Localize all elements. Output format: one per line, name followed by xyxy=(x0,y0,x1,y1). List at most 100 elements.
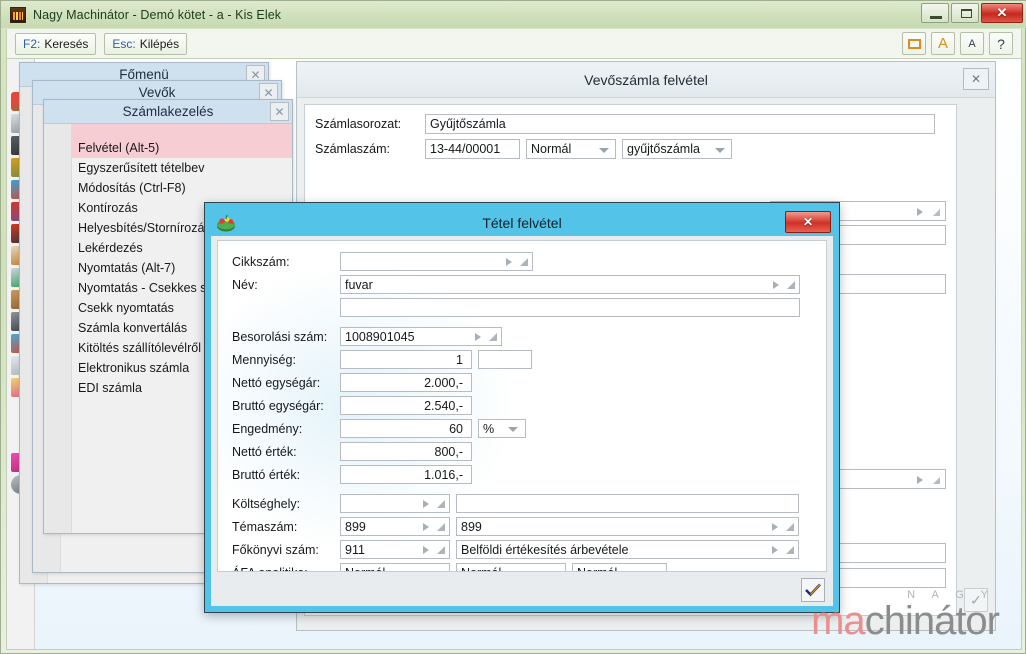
form-row-afa-analitika: ÁFA analitika: Normál Normál Normál xyxy=(232,562,826,572)
bg-label-szamlasorozat: Számlasorozat: xyxy=(315,117,402,131)
bg-row-szamlaszam: Számlaszám: 13-44/00001 Normál gyűjtőszá… xyxy=(315,138,946,160)
label-netto-ertek: Nettó érték: xyxy=(232,444,297,459)
lookup-arrow-icon[interactable] xyxy=(423,500,429,508)
chevron-down-icon[interactable] xyxy=(508,427,518,432)
font-small-icon[interactable]: A xyxy=(960,32,984,55)
menu-highlight-bar-2 xyxy=(44,124,292,138)
help-icon[interactable]: ? xyxy=(989,32,1013,55)
logo-part-1: ma xyxy=(811,599,866,643)
lookup-arrow-icon[interactable] xyxy=(772,546,778,554)
form-row-brutto-ertek: Bruttó érték: 1.016,- xyxy=(232,464,826,485)
menu-item-egyszerusitett-tetelbev[interactable]: Egyszerűsített tételbev xyxy=(44,158,292,178)
form-row-nev: Név: fuvar xyxy=(232,274,826,295)
combo-engedmeny-unit[interactable]: % xyxy=(478,419,526,438)
window-controls: ✕ xyxy=(921,3,1023,23)
lookup-arrow-icon[interactable] xyxy=(772,523,778,531)
brand-logo: N A G Y machinátor xyxy=(811,589,1000,643)
menu-header-szamlakezeles: Számlakezelés ✕ xyxy=(44,100,292,124)
title-bar: Nagy Machinátor - Demó kötet - a - Kis E… xyxy=(1,1,1026,28)
input-besorolasi-szam[interactable]: 1008901045 xyxy=(340,327,502,346)
input-fokonyvi-szam-desc[interactable]: Belföldi értékesítés árbevétele xyxy=(456,540,799,559)
dialog-form: Cikkszám: Név: fuvar Besorolási szám: 10… xyxy=(218,241,826,572)
bg-combo-normal[interactable]: Normál xyxy=(526,139,616,159)
close-button[interactable]: ✕ xyxy=(981,3,1023,23)
input-mennyiseg[interactable]: 1 xyxy=(340,350,472,369)
label-cikkszam: Cikkszám: xyxy=(232,254,290,269)
input-mennyiseg-unit[interactable] xyxy=(478,350,532,369)
toolbar-button-search[interactable]: F2: Keresés xyxy=(15,32,97,55)
minimize-button[interactable] xyxy=(921,3,949,23)
resize-corner-icon[interactable] xyxy=(437,523,445,531)
menu-item-felvetel[interactable]: Felvétel (Alt-5) xyxy=(44,138,292,158)
input-netto-egysegar[interactable]: 2.000,- xyxy=(340,373,472,392)
toolbar-label-search: Keresés xyxy=(44,36,89,51)
lookup-arrow-icon[interactable] xyxy=(475,333,481,341)
application-window: Nagy Machinátor - Demó kötet - a - Kis E… xyxy=(0,0,1026,654)
menu-close-szamlakezeles[interactable]: ✕ xyxy=(270,102,289,121)
toolbar-button-exit[interactable]: Esc: Kilépés xyxy=(104,32,188,55)
maximize-button[interactable] xyxy=(951,3,979,23)
form-row-temaszam: Témaszám: 899 899 xyxy=(232,516,826,537)
label-engedmeny: Engedmény: xyxy=(232,421,303,436)
resize-corner-icon[interactable] xyxy=(437,546,445,554)
toolbar-label-exit: Kilépés xyxy=(139,36,180,51)
close-icon: ✕ xyxy=(970,72,982,86)
bg-combo-gyujtoszamla[interactable]: gyűjtőszámla xyxy=(622,139,732,159)
resize-corner-icon[interactable] xyxy=(489,333,497,341)
label-afa-analitika: ÁFA analitika: xyxy=(232,566,340,572)
dialog-title: Tétel felvétel xyxy=(482,214,562,231)
form-row-fokonyvi-szam: Főkönyvi szám: 911 Belföldi értékesítés … xyxy=(232,539,826,560)
resize-corner-icon[interactable] xyxy=(437,500,445,508)
dialog-close-button[interactable]: ✕ xyxy=(785,211,831,233)
chevron-down-icon[interactable] xyxy=(432,571,442,572)
resize-corner-icon[interactable] xyxy=(787,281,795,289)
form-row-netto-ertek: Nettó érték: 800,- xyxy=(232,441,826,462)
label-nev: Név: xyxy=(232,277,258,292)
resize-corner-icon[interactable] xyxy=(520,258,528,266)
form-row-koltseghely: Költséghely: xyxy=(232,493,826,514)
input-koltseghely-desc[interactable] xyxy=(456,494,799,513)
lookup-arrow-icon[interactable] xyxy=(773,281,779,289)
form-row-engedmeny: Engedmény: 60 % xyxy=(232,418,826,439)
toolbar: F2: Keresés Esc: Kilépés A A ? xyxy=(6,29,1022,59)
close-icon: ✕ xyxy=(996,5,1008,20)
resize-corner-icon[interactable] xyxy=(786,546,794,554)
menu-title-vevok: Vevők xyxy=(138,85,176,100)
input-nev[interactable]: fuvar xyxy=(340,275,800,294)
input-koltseghely[interactable] xyxy=(340,494,450,513)
bg-input-szamlasorozat[interactable]: Gyűjtőszámla xyxy=(425,114,935,134)
logo-main-text: machinátor xyxy=(811,599,1000,643)
input-temaszam[interactable]: 899 xyxy=(340,517,450,536)
input-netto-ertek[interactable]: 800,- xyxy=(340,442,472,461)
label-fokonyvi-szam: Főkönyvi szám: xyxy=(232,542,319,557)
input-brutto-ertek[interactable]: 1.016,- xyxy=(340,465,472,484)
combo-afa-analitika-3[interactable]: Normál xyxy=(572,563,667,572)
font-large-icon[interactable]: A xyxy=(931,32,955,55)
dialog-ok-button[interactable] xyxy=(801,578,825,602)
combo-afa-analitika-2[interactable]: Normál xyxy=(456,563,566,572)
logo-part-2: chinátor xyxy=(864,599,1000,643)
menu-item-modositas[interactable]: Módosítás (Ctrl-F8) xyxy=(44,178,292,198)
form-row-mennyiseg: Mennyiség: 1 xyxy=(232,349,826,370)
lookup-arrow-icon[interactable] xyxy=(506,258,512,266)
check-icon xyxy=(805,583,821,597)
chevron-down-icon[interactable] xyxy=(548,571,558,572)
input-brutto-egysegar[interactable]: 2.540,- xyxy=(340,396,472,415)
close-icon: ✕ xyxy=(274,104,285,119)
lookup-arrow-icon[interactable] xyxy=(423,546,429,554)
input-cikkszam[interactable] xyxy=(340,252,533,271)
combo-afa-analitika-1[interactable]: Normál xyxy=(340,563,450,572)
chevron-down-icon[interactable] xyxy=(649,571,659,572)
app-icon xyxy=(10,6,26,23)
window-icon[interactable] xyxy=(902,32,926,55)
input-engedmeny[interactable]: 60 xyxy=(340,419,472,438)
lookup-arrow-icon[interactable] xyxy=(423,523,429,531)
toolbar-right-group: A A ? xyxy=(902,32,1013,55)
bg-input-szamlaszam[interactable]: 13-44/00001 xyxy=(425,139,520,159)
input-nev2[interactable] xyxy=(340,298,800,317)
mdi-close-button[interactable]: ✕ xyxy=(963,68,989,90)
resize-corner-icon[interactable] xyxy=(786,523,794,531)
input-fokonyvi-szam[interactable]: 911 xyxy=(340,540,450,559)
input-temaszam-desc[interactable]: 899 xyxy=(456,517,799,536)
form-row-netto-egysegar: Nettó egységár: 2.000,- xyxy=(232,372,826,393)
